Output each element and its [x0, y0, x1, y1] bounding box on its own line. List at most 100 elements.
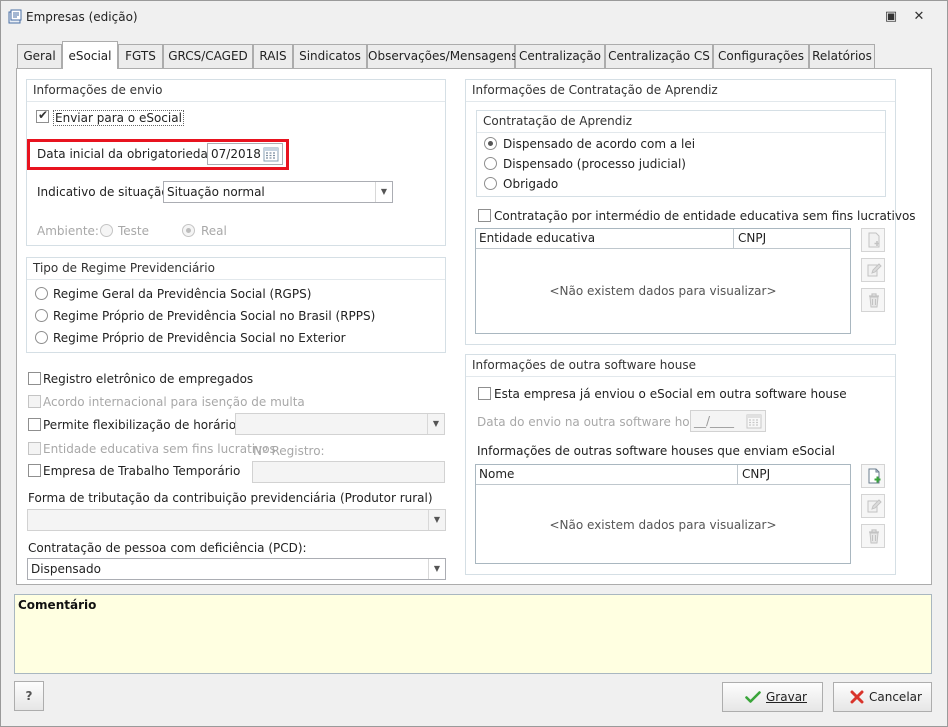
- data-envio-input[interactable]: __/____: [690, 410, 766, 432]
- ambiente-teste-label: Teste: [118, 224, 150, 238]
- chevron-down-icon[interactable]: ▼: [428, 510, 445, 530]
- numero-registro-input[interactable]: [252, 461, 445, 483]
- acordo-internacional-checkbox[interactable]: [28, 395, 41, 408]
- enviar-esocial-label[interactable]: Enviar para o eSocial: [53, 110, 184, 126]
- ambiente-teste-radio[interactable]: [100, 224, 113, 237]
- aprendiz-dispensado-lei-radio[interactable]: [484, 137, 497, 150]
- flexibilizacao-select[interactable]: ▼: [235, 413, 445, 435]
- aprendiz-group-title: Informações de Contratação de Aprendiz: [466, 80, 895, 102]
- comment-label: Comentário: [18, 598, 97, 612]
- regime-rpps-radio[interactable]: [35, 309, 48, 322]
- entidade-edit-button[interactable]: [861, 258, 885, 282]
- software-house-edit-button[interactable]: [861, 494, 885, 518]
- add-document-icon: [868, 232, 880, 248]
- software-houses-grid[interactable]: Nome CNPJ <Não existem dados para visual…: [475, 464, 851, 564]
- numero-registro-label: Nº Registro:: [253, 444, 325, 458]
- flexibilizacao-label: Permite flexibilização de horários: [43, 418, 243, 432]
- regime-exterior-radio[interactable]: [35, 331, 48, 344]
- aprendiz-dispensado-lei-label: Dispensado de acordo com a lei: [503, 137, 696, 151]
- highlight-box: [27, 139, 289, 170]
- software-house-add-button[interactable]: [861, 464, 885, 488]
- tab-relatorios[interactable]: Relatórios: [809, 44, 875, 68]
- software-houses-grid-empty: <Não existem dados para visualizar>: [549, 518, 777, 532]
- checkmark-icon: [745, 691, 761, 703]
- save-label: Gravar: [766, 690, 807, 704]
- dialog-window: Empresas (edição) ▣ ✕ Geral eSocial FGTS…: [0, 0, 948, 727]
- registro-eletronico-checkbox[interactable]: [28, 372, 41, 385]
- tab-grcs-caged[interactable]: GRCS/CAGED: [163, 44, 253, 68]
- tab-geral[interactable]: Geral: [17, 44, 62, 68]
- entidade-educativa-checkbox[interactable]: [28, 442, 41, 455]
- tab-configuracoes[interactable]: Configurações: [713, 44, 809, 68]
- ambiente-label: Ambiente:: [37, 224, 99, 238]
- intermedio-entidade-label: Contratação por intermédio de entidade e…: [494, 209, 916, 223]
- situacao-select[interactable]: Situação normal ▼: [163, 181, 393, 203]
- cancel-label: Cancelar: [869, 690, 922, 704]
- aprendiz-subgroup-title: Contratação de Aprendiz: [477, 111, 885, 133]
- add-document-icon: [868, 468, 881, 484]
- outras-software-houses-label: Informações de outras software houses qu…: [477, 444, 835, 458]
- edit-document-icon: [867, 499, 882, 513]
- entidade-grid-empty: <Não existem dados para visualizar>: [549, 284, 777, 298]
- trash-icon: [869, 529, 879, 544]
- aprendiz-dispensado-judicial-label: Dispensado (processo judicial): [503, 157, 686, 171]
- aprendiz-obrigado-label: Obrigado: [503, 177, 559, 191]
- chevron-down-icon[interactable]: ▼: [375, 182, 392, 202]
- tab-sindicatos[interactable]: Sindicatos: [293, 44, 367, 68]
- calendar-icon[interactable]: [746, 413, 762, 429]
- entidade-delete-button[interactable]: [861, 288, 885, 312]
- app-icon: [8, 9, 22, 24]
- entidade-educativa-label: Entidade educativa sem fins lucrativos: [43, 442, 276, 456]
- tab-rais[interactable]: RAIS: [253, 44, 293, 68]
- chevron-down-icon[interactable]: ▼: [427, 414, 444, 434]
- restore-icon[interactable]: ▣: [883, 9, 899, 25]
- entidade-add-button[interactable]: [861, 228, 885, 252]
- tab-centralizacao-cs[interactable]: Centralização CS: [605, 44, 713, 68]
- help-button[interactable]: ?: [14, 681, 44, 711]
- tab-centralizacao[interactable]: Centralização: [515, 44, 605, 68]
- enviou-outra-software-label: Esta empresa já enviou o eSocial em outr…: [494, 387, 847, 401]
- close-icon[interactable]: ✕: [911, 9, 927, 25]
- ambiente-real-radio[interactable]: [182, 224, 195, 237]
- cancel-x-icon: [850, 690, 864, 704]
- software-house-delete-button[interactable]: [861, 524, 885, 548]
- grid-col-cnpj[interactable]: CNPJ: [735, 229, 851, 248]
- situacao-label: Indicativo de situação:: [37, 185, 173, 199]
- grid-col-cnpj[interactable]: CNPJ: [739, 465, 851, 484]
- regime-rgps-radio[interactable]: [35, 287, 48, 300]
- chevron-down-icon[interactable]: ▼: [428, 559, 445, 579]
- trash-icon: [869, 293, 879, 308]
- enviar-esocial-checkbox[interactable]: ✔: [36, 108, 49, 123]
- tab-observacoes[interactable]: Observações/Mensagens: [367, 44, 518, 68]
- software-houses-grid-header: Nome CNPJ: [476, 465, 850, 485]
- tributacao-select[interactable]: ▼: [27, 509, 446, 531]
- registro-eletronico-label: Registro eletrônico de empregados: [43, 372, 254, 386]
- comment-textarea[interactable]: Comentário: [14, 594, 932, 674]
- tab-esocial[interactable]: eSocial: [62, 41, 118, 69]
- trabalho-temporario-checkbox[interactable]: [28, 464, 41, 477]
- acordo-internacional-label: Acordo internacional para isenção de mul…: [43, 395, 305, 409]
- software-house-group-title: Informações de outra software house: [466, 355, 895, 377]
- title-bar: Empresas (edição) ▣ ✕: [1, 1, 947, 33]
- pcd-value: Dispensado: [31, 562, 101, 576]
- cancel-button[interactable]: Cancelar: [833, 682, 932, 712]
- entidade-grid-header: Entidade educativa CNPJ: [476, 229, 850, 249]
- enviou-outra-software-checkbox[interactable]: [478, 387, 491, 400]
- entidade-grid[interactable]: Entidade educativa CNPJ <Não existem dad…: [475, 228, 851, 334]
- aprendiz-obrigado-radio[interactable]: [484, 177, 497, 190]
- tab-fgts[interactable]: FGTS: [118, 44, 163, 68]
- ambiente-real-label: Real: [201, 224, 227, 238]
- trabalho-temporario-label: Empresa de Trabalho Temporário: [43, 464, 241, 478]
- pcd-select[interactable]: Dispensado ▼: [27, 558, 446, 580]
- pcd-label: Contratação de pessoa com deficiência (P…: [28, 541, 307, 555]
- flexibilizacao-checkbox[interactable]: [28, 418, 41, 431]
- grid-col-nome[interactable]: Nome: [476, 465, 738, 484]
- regime-exterior-label: Regime Próprio de Previdência Social no …: [53, 331, 346, 345]
- aprendiz-dispensado-judicial-radio[interactable]: [484, 157, 497, 170]
- situacao-value: Situação normal: [167, 185, 265, 199]
- edit-document-icon: [867, 263, 882, 277]
- grid-col-entidade[interactable]: Entidade educativa: [476, 229, 734, 248]
- save-button[interactable]: Gravar: [722, 682, 823, 712]
- window-title: Empresas (edição): [26, 10, 138, 24]
- intermedio-entidade-checkbox[interactable]: [478, 209, 491, 222]
